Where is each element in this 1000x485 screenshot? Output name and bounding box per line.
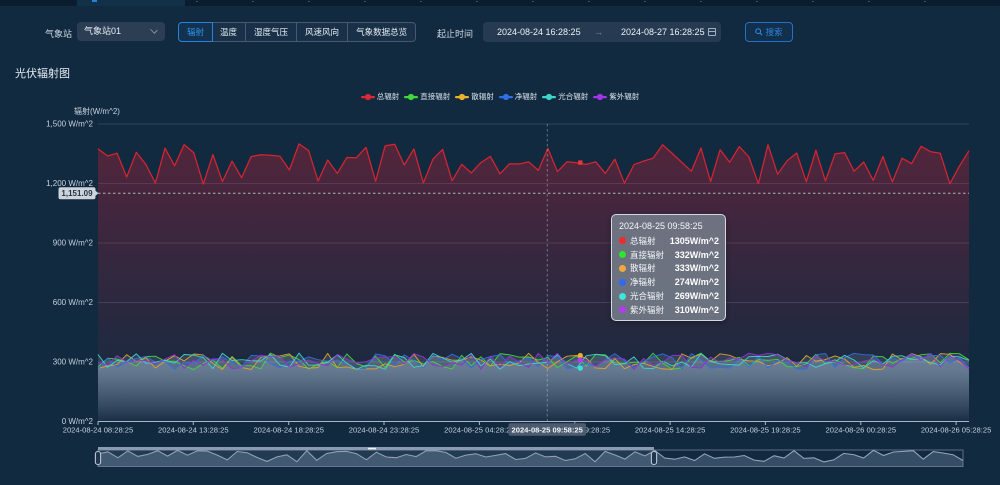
svg-text:1,151.09: 1,151.09 — [61, 189, 93, 198]
svg-text:2024-08-25 04:28:25: 2024-08-25 04:28:25 — [444, 426, 515, 435]
svg-text:2024-08-24 13:28:25: 2024-08-24 13:28:25 — [158, 426, 229, 435]
svg-text:1,500 W/m^2: 1,500 W/m^2 — [46, 120, 93, 129]
svg-text:300 W/m^2: 300 W/m^2 — [53, 358, 94, 367]
svg-text:2024-08-25 19:28:25: 2024-08-25 19:28:25 — [730, 426, 801, 435]
svg-text:600 W/m^2: 600 W/m^2 — [53, 298, 94, 307]
svg-text:2024-08-24 18:28:25: 2024-08-24 18:28:25 — [253, 426, 324, 435]
svg-text:2024-08-26 00:28:25: 2024-08-26 00:28:25 — [826, 426, 897, 435]
svg-text:2024-08-25 14:28:25: 2024-08-25 14:28:25 — [635, 426, 706, 435]
svg-text:2024-08-24 23:28:25: 2024-08-24 23:28:25 — [349, 426, 420, 435]
svg-text:2024-08-24 08:28:25: 2024-08-24 08:28:25 — [63, 426, 134, 435]
svg-text:辐射(W/m^2): 辐射(W/m^2) — [74, 106, 120, 116]
svg-text:900 W/m^2: 900 W/m^2 — [53, 239, 94, 248]
svg-text:2024-08-25 09:58:25: 2024-08-25 09:58:25 — [512, 426, 584, 435]
svg-text:1,200 W/m^2: 1,200 W/m^2 — [46, 179, 93, 188]
svg-text:2024-08-26 05:28:25: 2024-08-26 05:28:25 — [921, 426, 992, 435]
